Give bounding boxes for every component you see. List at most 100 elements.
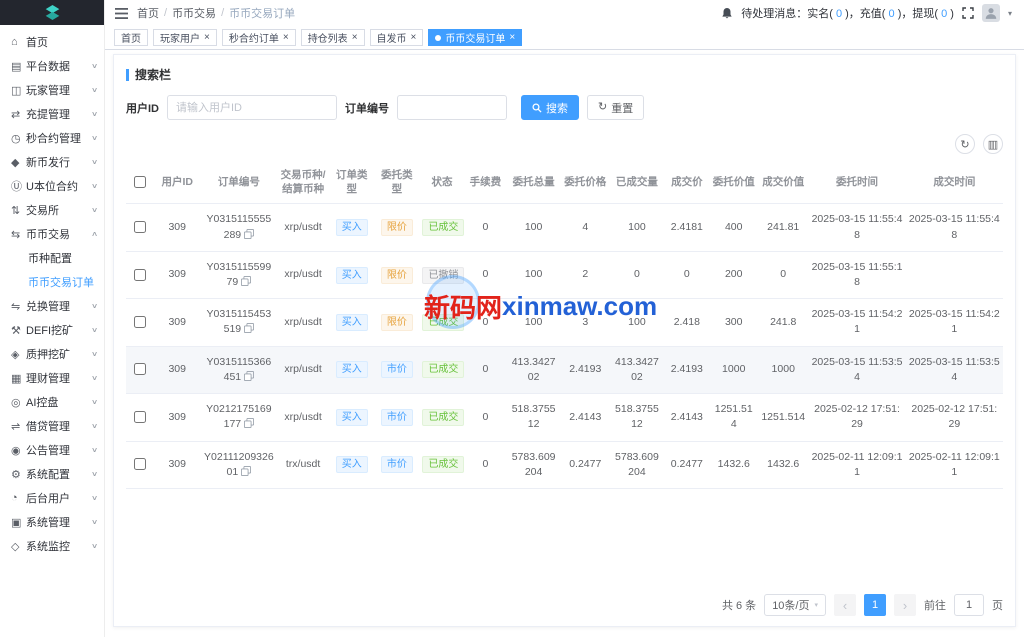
sidebar-item-coin-config[interactable]: 币种配置 xyxy=(0,246,104,270)
row-checkbox[interactable] xyxy=(133,458,146,471)
tab-second-contract-orders[interactable]: 秒合约订单 × xyxy=(221,29,296,46)
cell-user-id: 309 xyxy=(168,268,186,281)
sidebar-item-system-config[interactable]: ⚙ 系统配置 ∨ xyxy=(0,462,104,486)
cell-order-no: Y0212175169177 xyxy=(206,403,272,431)
close-icon[interactable]: × xyxy=(509,32,515,43)
copy-icon[interactable] xyxy=(241,276,252,286)
sidebar-item-recharge-withdraw[interactable]: ⇄ 充提管理 ∨ xyxy=(0,102,104,126)
cell-deal-time: 2025-03-15 11:54:21 xyxy=(908,308,1000,336)
sidebar-item-coin-trade-orders[interactable]: 币币交易订单 xyxy=(0,270,104,294)
tab-label: 币币交易订单 xyxy=(445,34,506,45)
sidebar-item-second-contract[interactable]: ◷ 秒合约管理 ∨ xyxy=(0,126,104,150)
sidebar-item-u-margin-contract[interactable]: Ⓤ U本位合约 ∨ xyxy=(0,174,104,198)
cell-entrust-value: 1000 xyxy=(722,363,746,376)
reset-button[interactable]: ↻ 重置 xyxy=(587,95,645,120)
sidebar-item-player-management[interactable]: ◫ 玩家管理 ∨ xyxy=(0,78,104,102)
search-form: 用户ID 订单编号 搜索 ↻ 重置 xyxy=(126,95,1003,120)
column-header: 成交价值 xyxy=(758,161,809,205)
tab-home[interactable]: 首页 xyxy=(114,29,148,46)
next-page-button[interactable]: › xyxy=(894,594,916,616)
chevron-down-icon: ∨ xyxy=(90,423,99,430)
sidebar-item-staking-mining[interactable]: ◈ 质押挖矿 ∨ xyxy=(0,342,104,366)
order-no-input[interactable] xyxy=(397,95,507,120)
avatar[interactable] xyxy=(981,4,1000,22)
sidebar-item-admin-users[interactable]: ◔ 后台用户 ∨ xyxy=(0,486,104,510)
close-icon[interactable]: × xyxy=(411,32,417,43)
row-checkbox[interactable] xyxy=(133,363,146,376)
entrust-type-tag: 限价 xyxy=(380,266,413,284)
chevron-up-icon: ∧ xyxy=(90,231,99,238)
prev-page-button[interactable]: ‹ xyxy=(834,594,856,616)
order-no-label: 订单编号 xyxy=(345,102,389,115)
chevron-down-icon: ∨ xyxy=(90,375,99,382)
swap-icon: ⇋ xyxy=(11,300,21,313)
select-all-cell xyxy=(126,161,154,205)
page-number-1[interactable]: 1 xyxy=(864,594,886,616)
tab-position-list[interactable]: 持仓列表 × xyxy=(300,29,365,46)
refresh-icon[interactable]: ↻ xyxy=(955,134,975,154)
sidebar-item-label: DEFI挖矿 xyxy=(26,325,74,337)
row-checkbox[interactable] xyxy=(133,268,146,281)
sidebar-item-system-monitor[interactable]: ◇ 系统监控 ∨ xyxy=(0,534,104,558)
copy-icon[interactable] xyxy=(244,370,255,381)
column-header: 订单编号 xyxy=(200,161,278,205)
breadcrumb-home[interactable]: 首页 xyxy=(137,5,159,21)
user-id-input[interactable] xyxy=(167,95,337,120)
sysmon-icon: ◇ xyxy=(11,540,20,553)
sidebar-item-label: 交易所 xyxy=(26,205,59,217)
select-all-checkbox[interactable] xyxy=(133,176,146,189)
sidebar-item-exchange[interactable]: ⇅ 交易所 ∨ xyxy=(0,198,104,222)
copy-icon[interactable] xyxy=(244,418,255,429)
tab-player-users[interactable]: 玩家用户 × xyxy=(153,29,217,46)
tab-coin-trade-orders[interactable]: 币币交易订单 × xyxy=(428,29,523,46)
sidebar-item-new-coin-issue[interactable]: ◆ 新币发行 ∨ xyxy=(0,150,104,174)
sidebar-item-home[interactable]: ⌂ 首页 xyxy=(0,30,104,54)
sidebar-item-defi-mining[interactable]: ⚒ DEFI挖矿 ∨ xyxy=(0,318,104,342)
cell-entrust-time: 2025-02-11 12:09:11 xyxy=(811,450,903,478)
cell-price: 0.2477 xyxy=(569,458,602,471)
caret-down-icon[interactable]: ▾ xyxy=(1008,9,1012,18)
close-icon[interactable]: × xyxy=(283,32,289,43)
fullscreen-icon[interactable] xyxy=(962,7,974,19)
sidebar-item-announcement[interactable]: ◉ 公告管理 ∨ xyxy=(0,438,104,462)
sidebar-item-wealth-management[interactable]: ▦ 理财管理 ∨ xyxy=(0,366,104,390)
cell-deal-price: 2.4181 xyxy=(670,220,703,233)
tab-self-issued-coin[interactable]: 自发币 × xyxy=(369,29,424,46)
sidebar-item-loan-management[interactable]: ⇌ 借贷管理 ∨ xyxy=(0,414,104,438)
goto-page-input[interactable] xyxy=(954,594,984,616)
sidebar-item-coin-trade[interactable]: ⇆ 币币交易 ∧ xyxy=(0,222,104,246)
columns-icon[interactable]: ▥ xyxy=(983,134,1003,154)
sidebar-item-platform-data[interactable]: ▤ 平台数据 ∨ xyxy=(0,54,104,78)
cell-pair: xrp/usdt xyxy=(284,363,322,376)
hamburger-icon[interactable] xyxy=(115,7,128,19)
status-tag: 已成交 xyxy=(422,313,465,331)
row-checkbox[interactable] xyxy=(133,410,146,423)
cell-price: 4 xyxy=(582,220,589,233)
stake-icon: ◈ xyxy=(11,348,20,361)
copy-icon[interactable] xyxy=(241,465,252,476)
cell-entrust-time: 2025-03-15 11:55:18 xyxy=(811,260,903,288)
cell-deal-time: 2025-03-15 11:53:54 xyxy=(908,355,1000,383)
cell-pair: xrp/usdt xyxy=(284,410,322,423)
column-header: 用户ID xyxy=(153,161,201,205)
close-icon[interactable]: × xyxy=(204,32,210,43)
app-logo[interactable] xyxy=(0,0,104,25)
sidebar-item-label: 新币发行 xyxy=(26,157,70,169)
copy-icon[interactable] xyxy=(244,323,255,334)
cell-entrust-time: 2025-02-12 17:51:29 xyxy=(814,403,900,431)
sidebar-item-system-management[interactable]: ▣ 系统管理 ∨ xyxy=(0,510,104,534)
page-size-select[interactable]: 10条/页 ▾ xyxy=(764,594,826,616)
row-checkbox[interactable] xyxy=(133,316,146,329)
cointrade-icon: ⇆ xyxy=(11,228,21,241)
pending-messages: 待处理消息：实名( 0 )，充值( 0 )，提现( 0 ) xyxy=(741,5,954,21)
copy-icon[interactable] xyxy=(244,228,255,239)
search-button[interactable]: 搜索 xyxy=(521,95,579,120)
bell-icon[interactable] xyxy=(721,7,733,20)
row-checkbox[interactable] xyxy=(133,221,146,234)
sidebar-item-ai-control[interactable]: ◎ AI控盘 ∨ xyxy=(0,390,104,414)
content: 搜索栏 用户ID 订单编号 搜索 ↻ 重置 xyxy=(105,50,1024,637)
close-icon[interactable]: × xyxy=(352,32,358,43)
breadcrumb-coin-trade[interactable]: 币币交易 xyxy=(172,5,216,21)
cell-deal-time: 2025-02-12 17:51:29 xyxy=(911,403,998,431)
sidebar-item-swap-management[interactable]: ⇋ 兑换管理 ∨ xyxy=(0,294,104,318)
